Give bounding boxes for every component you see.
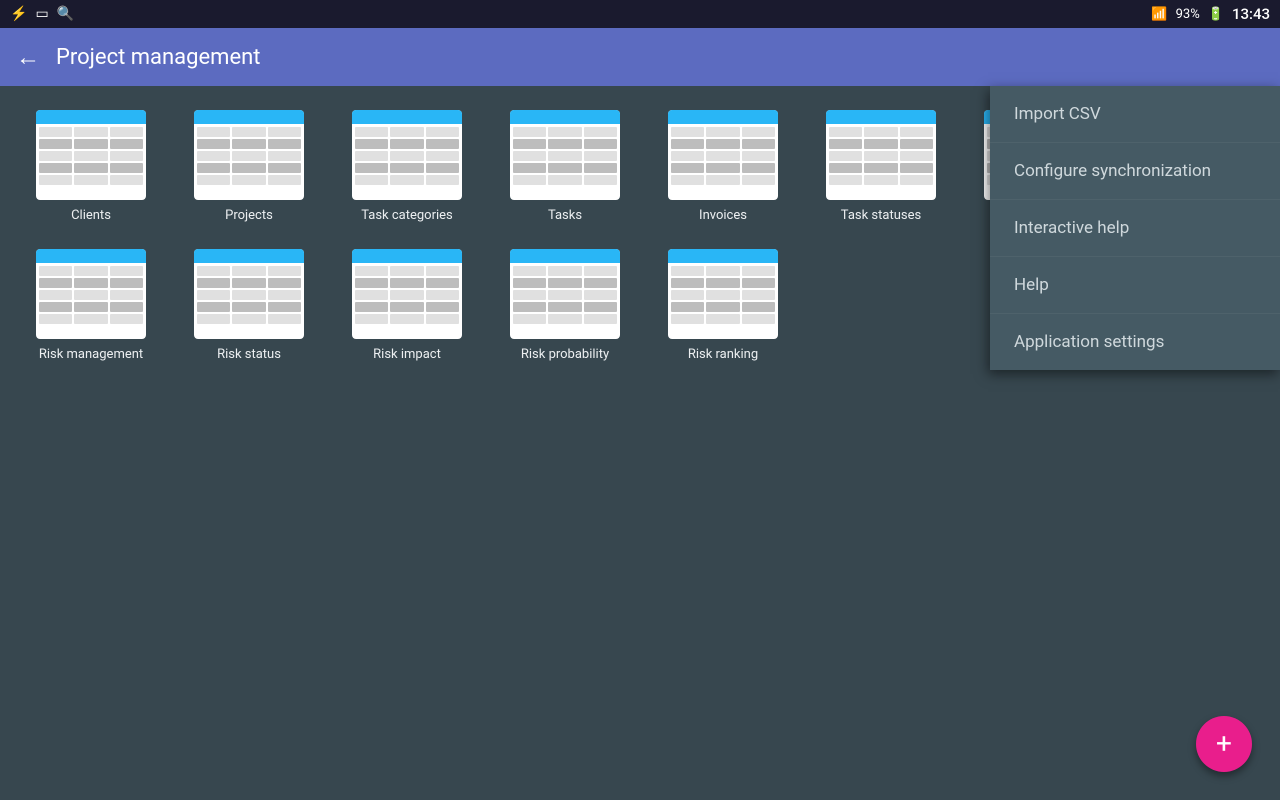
usb-icon: ⚡ bbox=[10, 6, 27, 22]
grid-label-risk-probability: Risk probability bbox=[521, 347, 609, 364]
status-right: 📶 93% 🔋 13:43 bbox=[1151, 5, 1270, 23]
app-title: Project management bbox=[56, 45, 260, 70]
menu-item-app-settings[interactable]: Application settings bbox=[990, 314, 1280, 370]
battery-level: 93% bbox=[1176, 7, 1200, 22]
grid-label-tasks: Tasks bbox=[548, 208, 582, 225]
screen-icon: ▭ bbox=[35, 6, 48, 22]
grid-item-risk-impact[interactable]: Risk impact bbox=[332, 241, 482, 372]
wifi-icon: 📶 bbox=[1151, 7, 1167, 22]
dropdown-menu: Import CSVConfigure synchronizationInter… bbox=[990, 86, 1280, 370]
grid-item-projects[interactable]: Projects bbox=[174, 102, 324, 233]
grid-item-task-statuses[interactable]: Task statuses bbox=[806, 102, 956, 233]
grid-item-risk-management[interactable]: Risk management bbox=[16, 241, 166, 372]
grid-label-task-categories: Task categories bbox=[361, 208, 453, 225]
grid-item-task-categories[interactable]: Task categories bbox=[332, 102, 482, 233]
grid-label-invoices: Invoices bbox=[699, 208, 747, 225]
grid-label-projects: Projects bbox=[225, 208, 273, 225]
grid-item-risk-probability[interactable]: Risk probability bbox=[490, 241, 640, 372]
status-left-icons: ⚡ ▭ 🔍 bbox=[10, 6, 74, 22]
menu-item-interactive-help[interactable]: Interactive help bbox=[990, 200, 1280, 257]
menu-item-configure-sync[interactable]: Configure synchronization bbox=[990, 143, 1280, 200]
grid-label-risk-ranking: Risk ranking bbox=[688, 347, 758, 364]
search-icon: 🔍 bbox=[57, 6, 74, 22]
grid-label-risk-impact: Risk impact bbox=[373, 347, 441, 364]
menu-item-help[interactable]: Help bbox=[990, 257, 1280, 314]
fab-button[interactable]: + bbox=[1196, 716, 1252, 772]
grid-label-risk-status: Risk status bbox=[217, 347, 281, 364]
grid-item-risk-status[interactable]: Risk status bbox=[174, 241, 324, 372]
grid-label-clients: Clients bbox=[71, 208, 111, 225]
status-bar: ⚡ ▭ 🔍 📶 93% 🔋 13:43 bbox=[0, 0, 1280, 28]
battery-icon: 🔋 bbox=[1208, 7, 1224, 22]
clock: 13:43 bbox=[1232, 5, 1270, 23]
menu-item-import-csv[interactable]: Import CSV bbox=[990, 86, 1280, 143]
fab-plus-icon: + bbox=[1216, 730, 1232, 758]
grid-item-invoices[interactable]: Invoices bbox=[648, 102, 798, 233]
app-bar: ← Project management bbox=[0, 28, 1280, 86]
grid-item-tasks[interactable]: Tasks bbox=[490, 102, 640, 233]
grid-item-risk-ranking[interactable]: Risk ranking bbox=[648, 241, 798, 372]
back-button[interactable]: ← bbox=[16, 43, 40, 72]
grid-label-risk-management: Risk management bbox=[39, 347, 143, 364]
grid-label-task-statuses: Task statuses bbox=[841, 208, 921, 225]
grid-item-clients[interactable]: Clients bbox=[16, 102, 166, 233]
